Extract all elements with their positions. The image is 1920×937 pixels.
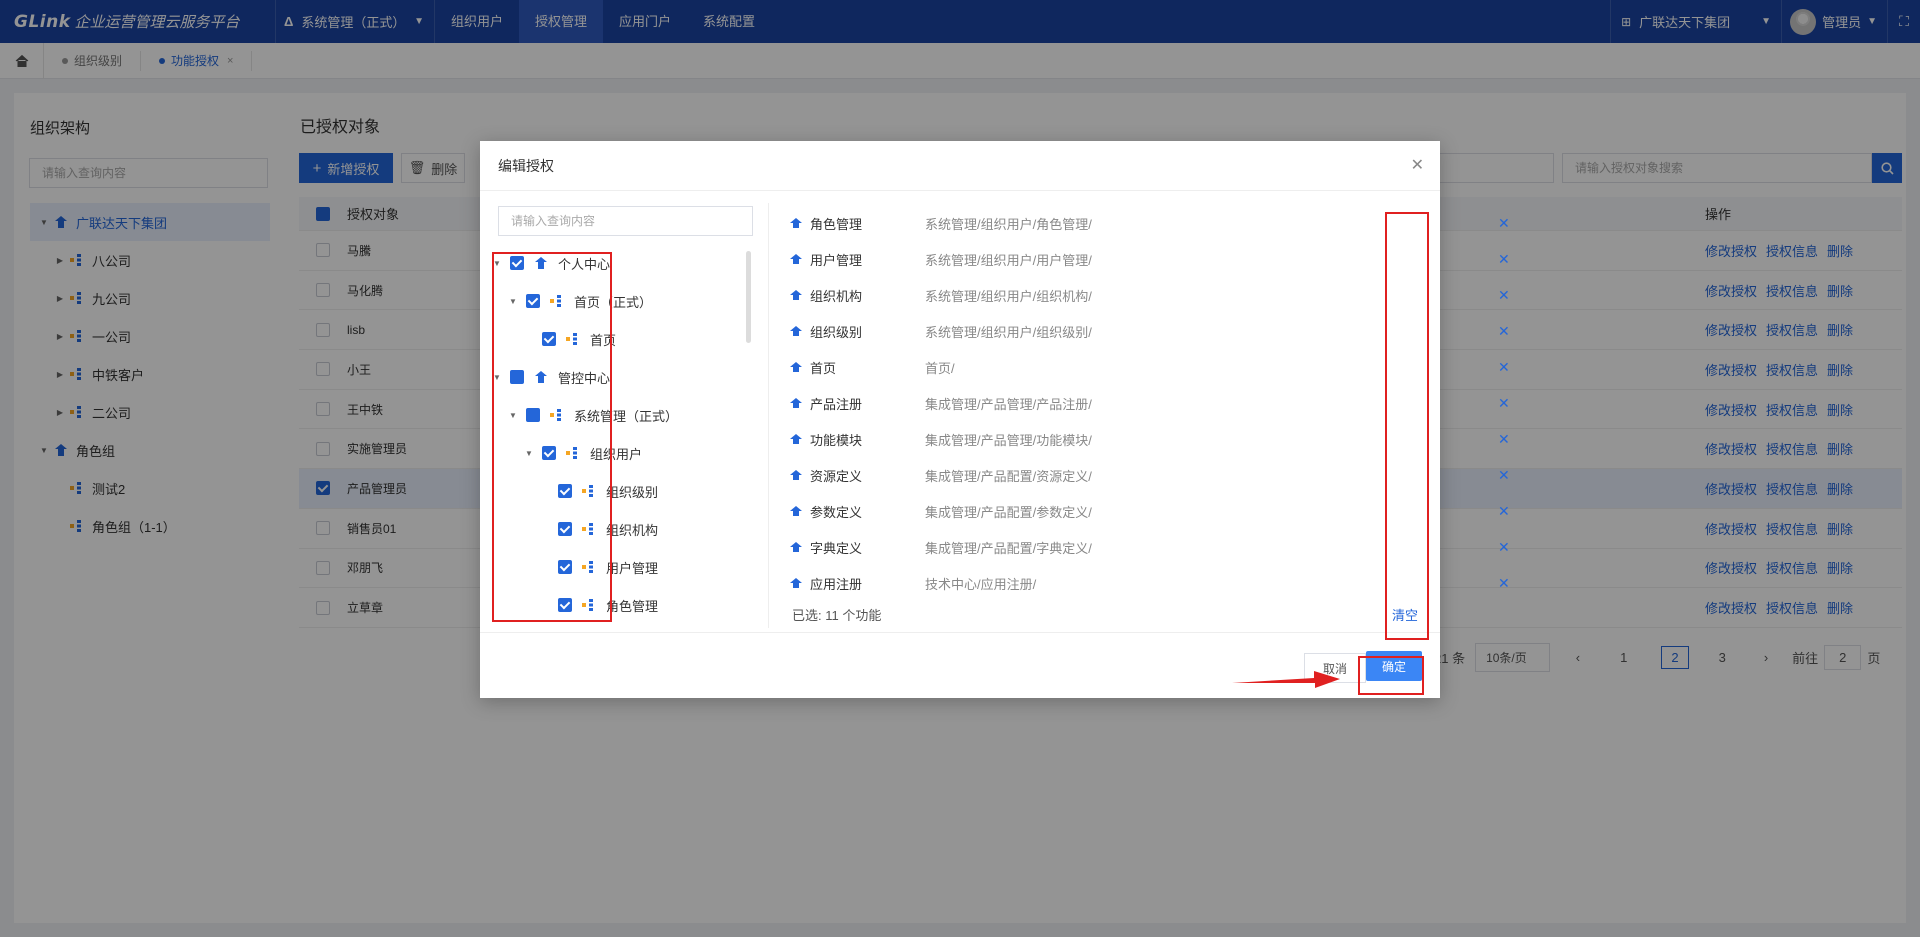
dialog-body: 请输入查询内容 ▼ 个人中心 ▼ 首页（正式） 首页 ▼ 管控中心 ▼ 系统管理…: [480, 191, 1510, 632]
selected-item-name: 用户管理: [810, 252, 863, 268]
selected-item-name: 产品注册: [810, 396, 863, 412]
selected-item-name: 角色管理: [810, 216, 863, 232]
selected-item-path: 系统管理/组织用户/用户管理/: [925, 252, 1092, 268]
selected-item-path: 技术中心/应用注册/: [925, 576, 1037, 592]
remove-icon[interactable]: ✕: [1498, 431, 1510, 448]
selected-item-path: 系统管理/组织用户/组织级别/: [925, 324, 1092, 340]
selected-item-name: 组织机构: [810, 288, 863, 304]
selected-item-path: 集成管理/产品配置/参数定义/: [925, 504, 1092, 520]
selected-item-name: 首页: [810, 360, 837, 376]
selected-item-name: 功能模块: [810, 432, 863, 448]
function-tree-label: 组织级别: [606, 484, 659, 500]
annotation-remove-column: [1385, 212, 1429, 640]
tree-scrollbar[interactable]: [746, 251, 751, 343]
selected-item-path: 集成管理/产品管理/产品注册/: [925, 396, 1092, 412]
selected-item-path: 系统管理/组织用户/组织机构/: [925, 288, 1092, 304]
selected-item: 角色管理 系统管理/组织用户/角色管理/ ✕: [790, 205, 1510, 241]
function-icon: [790, 326, 802, 336]
selected-item: 功能模块 集成管理/产品管理/功能模块/ ✕: [790, 421, 1510, 457]
selected-item-path: 系统管理/组织用户/角色管理/: [925, 216, 1092, 232]
function-icon: [790, 470, 802, 480]
remove-icon[interactable]: ✕: [1498, 287, 1510, 304]
annotation-confirm-button: [1358, 656, 1424, 695]
annotation-arrow-icon: [1232, 671, 1340, 688]
remove-icon[interactable]: ✕: [1498, 215, 1510, 232]
function-icon: [790, 398, 802, 408]
annotation-tree-checkboxes: [492, 252, 612, 622]
selected-item-path: 集成管理/产品配置/字典定义/: [925, 540, 1092, 556]
selected-item: 应用注册 技术中心/应用注册/ ✕: [790, 565, 1510, 601]
selected-function-list: 角色管理 系统管理/组织用户/角色管理/ ✕ 用户管理 系统管理/组织用户/用户…: [790, 205, 1510, 601]
selected-item: 用户管理 系统管理/组织用户/用户管理/ ✕: [790, 241, 1510, 277]
remove-icon[interactable]: ✕: [1498, 503, 1510, 520]
selected-item-path: 首页/: [925, 360, 955, 376]
selected-item-name: 参数定义: [810, 504, 863, 520]
selected-item: 产品注册 集成管理/产品管理/产品注册/ ✕: [790, 385, 1510, 421]
close-icon[interactable]: ✕: [1411, 155, 1424, 175]
function-icon: [790, 218, 802, 228]
function-icon: [790, 506, 802, 516]
function-icon: [790, 578, 802, 588]
panel-divider: [768, 203, 769, 628]
function-tree-label: 角色管理: [606, 598, 659, 614]
function-icon: [790, 254, 802, 264]
function-tree-label: 组织机构: [606, 522, 659, 538]
selected-item: 首页 首页/ ✕: [790, 349, 1510, 385]
remove-icon[interactable]: ✕: [1498, 467, 1510, 484]
selected-item: 组织机构 系统管理/组织用户/组织机构/ ✕: [790, 277, 1510, 313]
function-icon: [790, 542, 802, 552]
selected-item-path: 集成管理/产品配置/资源定义/: [925, 468, 1092, 484]
function-icon: [790, 290, 802, 300]
selected-item: 参数定义 集成管理/产品配置/参数定义/ ✕: [790, 493, 1510, 529]
edit-auth-dialog: 编辑授权 ✕ 请输入查询内容 ▼ 个人中心 ▼ 首页（正式） 首页 ▼ 管控中心…: [480, 141, 1510, 698]
selected-item: 组织级别 系统管理/组织用户/组织级别/ ✕: [790, 313, 1510, 349]
remove-icon[interactable]: ✕: [1498, 359, 1510, 376]
remove-icon[interactable]: ✕: [1498, 539, 1510, 556]
function-icon: [790, 434, 802, 444]
selected-item-name: 字典定义: [810, 540, 863, 556]
selected-item-name: 应用注册: [810, 576, 863, 592]
remove-icon[interactable]: ✕: [1498, 395, 1510, 412]
remove-icon[interactable]: ✕: [1498, 251, 1510, 268]
function-search-input[interactable]: 请输入查询内容: [498, 206, 753, 236]
remove-icon[interactable]: ✕: [1498, 575, 1510, 592]
selected-item-name: 组织级别: [810, 324, 863, 340]
selected-item-name: 资源定义: [810, 468, 863, 484]
selected-count: 已选: 11 个功能: [792, 608, 882, 623]
dialog-title: 编辑授权: [480, 141, 1440, 191]
selected-item: 字典定义 集成管理/产品配置/字典定义/ ✕: [790, 529, 1510, 565]
remove-icon[interactable]: ✕: [1498, 323, 1510, 340]
function-tree-label: 用户管理: [606, 560, 659, 576]
selected-item: 资源定义 集成管理/产品配置/资源定义/ ✕: [790, 457, 1510, 493]
function-icon: [790, 362, 802, 372]
selected-item-path: 集成管理/产品管理/功能模块/: [925, 432, 1092, 448]
